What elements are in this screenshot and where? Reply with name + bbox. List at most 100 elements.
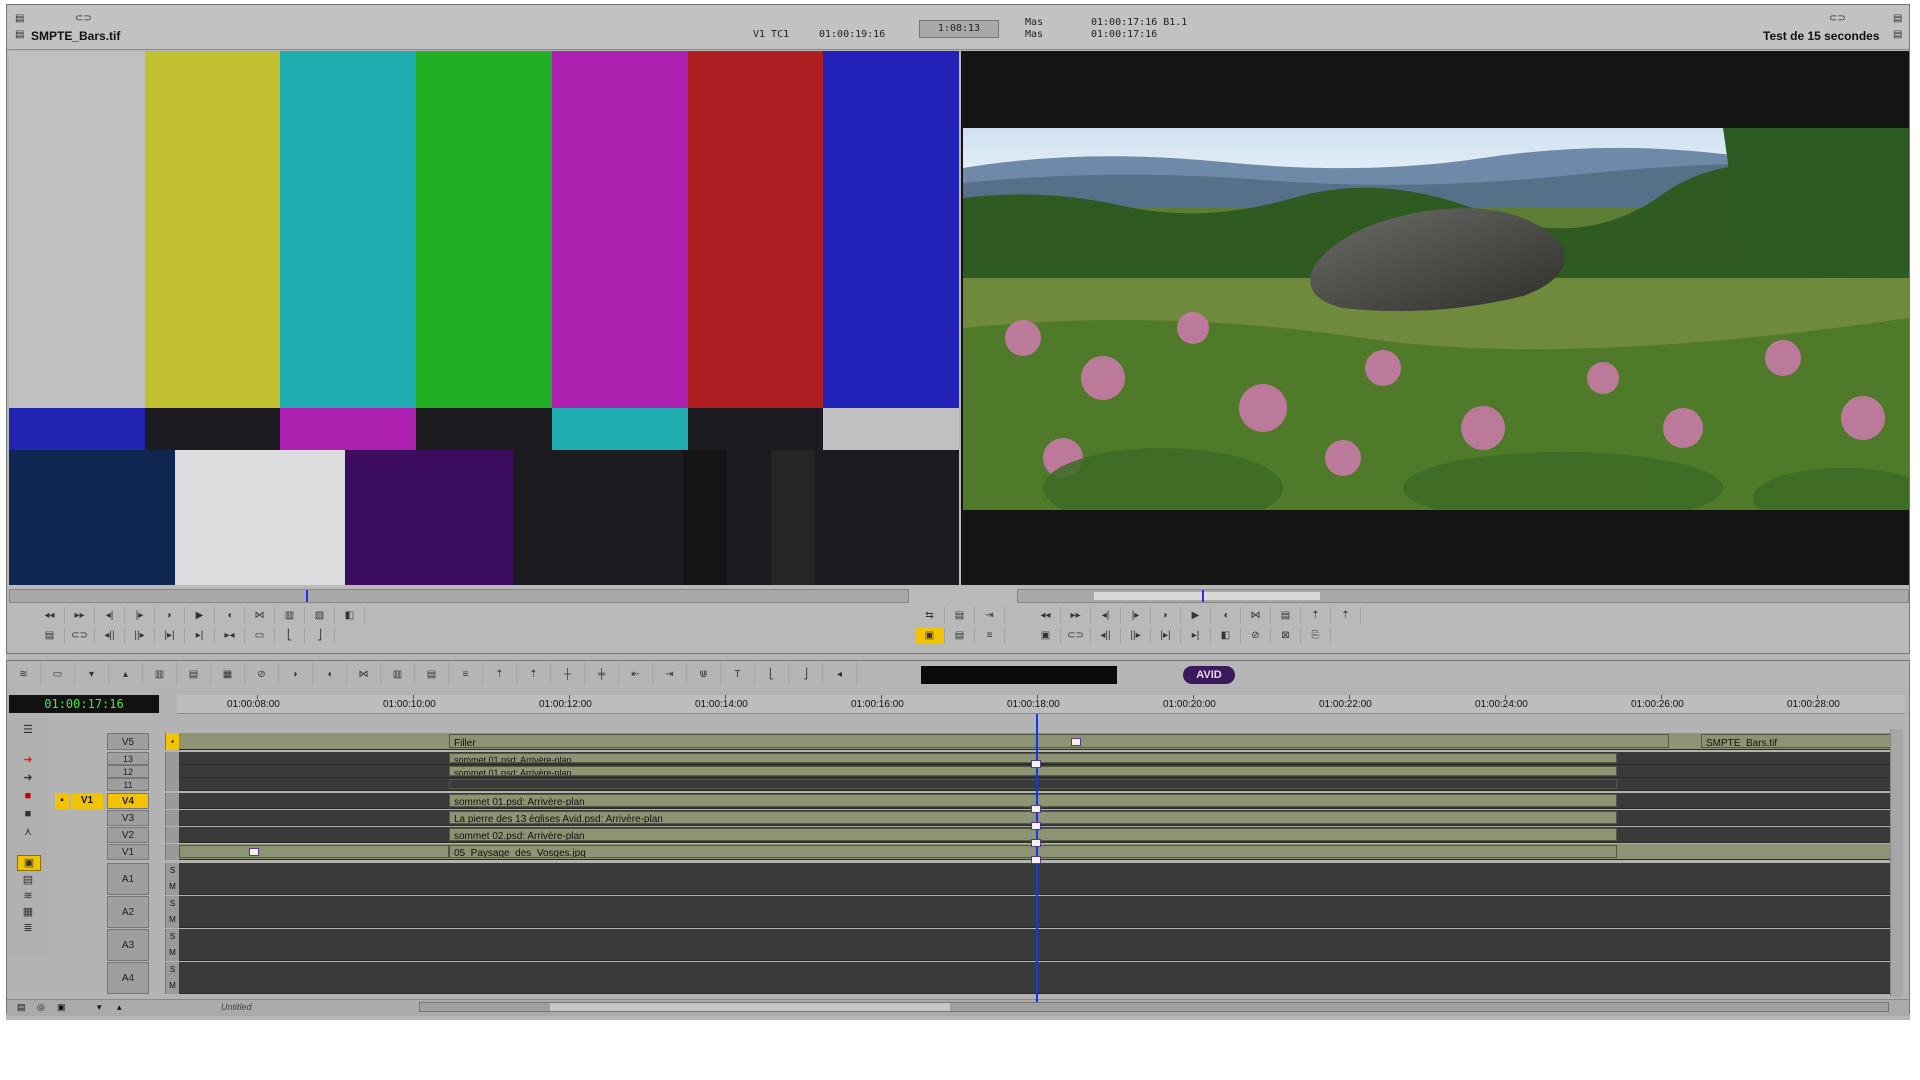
track-name[interactable]: 13	[107, 752, 149, 765]
track-name[interactable]: V3	[107, 810, 149, 826]
go-to-in-button[interactable]: ◂||	[1091, 627, 1121, 644]
disable-button[interactable]: ⊘	[1241, 627, 1271, 644]
track-icon[interactable]: ▤	[415, 663, 449, 685]
scroll-thumb[interactable]	[550, 1003, 950, 1011]
track-name[interactable]: V5	[107, 733, 149, 750]
clip[interactable]: SMPTE_Bars.tif	[1701, 734, 1897, 748]
extract-icon[interactable]: ⇡	[517, 663, 551, 685]
vertical-scrollbar[interactable]	[1890, 729, 1903, 997]
fast-forward-button[interactable]: ▸▸	[1061, 607, 1091, 624]
menu-icon[interactable]: ▤	[17, 1002, 26, 1013]
lock-icon[interactable]: ▪	[165, 733, 179, 750]
rewind-button[interactable]: ◂◂	[1031, 607, 1061, 624]
gang-button[interactable]: ▤	[1271, 607, 1301, 624]
track-lane[interactable]	[179, 896, 1897, 928]
effect-icon[interactable]	[1071, 738, 1081, 746]
toggle-button[interactable]: ▤	[945, 627, 975, 644]
solo-mute-icon[interactable]: SM	[165, 962, 179, 994]
sequence-menu-icon[interactable]: ▤	[1893, 29, 1902, 40]
solo-mute-icon[interactable]: SM	[165, 863, 179, 895]
timecode-entry-field[interactable]	[921, 666, 1117, 684]
bin-name-label[interactable]: Untitled	[221, 1002, 252, 1012]
keyframe-icon[interactable]	[1031, 822, 1041, 830]
keyframe-icon[interactable]	[1031, 805, 1041, 813]
lock-icon[interactable]	[165, 810, 179, 826]
settings-icon[interactable]: ≋	[7, 663, 41, 685]
menu-icon[interactable]: ▤	[1893, 13, 1902, 24]
mark-in-button[interactable]: ◖	[215, 607, 245, 624]
lift-icon[interactable]: ⇡	[483, 663, 517, 685]
record-monitor[interactable]	[961, 51, 1909, 585]
add-edit-button[interactable]: ⎣	[275, 627, 305, 644]
clear-marks-icon[interactable]: ⋈	[347, 663, 381, 685]
trim-button[interactable]: ▸|	[1181, 627, 1211, 644]
track-name[interactable]: A2	[107, 896, 149, 928]
extract-button[interactable]: ⇡	[1331, 607, 1361, 624]
track-name[interactable]: V4	[107, 793, 149, 809]
splice-button[interactable]: ▥	[275, 607, 305, 624]
step-forward-button[interactable]: |▸	[1121, 607, 1151, 624]
record-position-indicator[interactable]	[1202, 590, 1204, 602]
lock-icon[interactable]	[165, 778, 179, 791]
rewind-button[interactable]: ◂◂	[35, 607, 65, 624]
monitor-icon[interactable]: ▣	[57, 1002, 66, 1013]
clear-marks-button[interactable]: ⋈	[1241, 607, 1271, 624]
source-position-indicator[interactable]	[306, 590, 308, 602]
clip[interactable]: Filler	[449, 734, 1669, 748]
split-icon[interactable]: ⎣	[755, 663, 789, 685]
horizontal-scrollbar[interactable]	[419, 1002, 1889, 1012]
down-arrow-icon[interactable]: ▾	[97, 1002, 102, 1013]
match-frame-button[interactable]: ◧	[335, 607, 365, 624]
clip-menu-icon[interactable]: ▤	[15, 29, 24, 40]
sync-icon[interactable]: ≡	[449, 663, 483, 685]
mark-out-icon[interactable]: ◗	[279, 663, 313, 685]
clear-marks-button[interactable]: ⋈	[245, 607, 275, 624]
keyframe-icon[interactable]	[1031, 760, 1041, 768]
ripple-icon[interactable]: ⋓	[687, 663, 721, 685]
track-lane[interactable]	[179, 863, 1897, 895]
lock-icon[interactable]	[165, 793, 179, 809]
play-button[interactable]: ▶	[1181, 607, 1211, 624]
mark-in-icon[interactable]: ◖	[313, 663, 347, 685]
track-lane[interactable]	[179, 778, 1897, 791]
record-position-bar[interactable]	[1017, 589, 1909, 603]
settings-button[interactable]: ≡	[975, 627, 1005, 644]
overwrite-button[interactable]: ▧	[305, 607, 335, 624]
source-monitor[interactable]	[9, 51, 959, 585]
splice-icon[interactable]: ▥	[143, 663, 177, 685]
step-back-button[interactable]: ◂|	[95, 607, 125, 624]
gang-button[interactable]: ▤	[945, 607, 975, 624]
timeline-ruler[interactable]: 01:00:08:00 01:00:10:00 01:00:12:00 01:0…	[177, 695, 1905, 714]
solo-mute-icon[interactable]: SM	[165, 896, 179, 928]
lock-icon[interactable]	[165, 844, 179, 860]
link-icon[interactable]: ⊂⊃	[75, 13, 92, 24]
step-back-button[interactable]: ◂|	[1091, 607, 1121, 624]
swap-button[interactable]: ⇆	[915, 607, 945, 624]
up-arrow-icon[interactable]: ▴	[117, 1002, 122, 1013]
mark-out-button[interactable]: ◗	[155, 607, 185, 624]
menu-icon[interactable]: ▤	[15, 13, 24, 24]
track-lane[interactable]	[179, 929, 1897, 961]
mark-clip-button[interactable]: ⎦	[305, 627, 335, 644]
fast-forward-button[interactable]: ▸▸	[65, 607, 95, 624]
bin-icon[interactable]: ▭	[41, 663, 75, 685]
text-icon[interactable]: T	[721, 663, 755, 685]
patch-lock-icon[interactable]: ▪	[55, 793, 69, 809]
mark-clip-icon[interactable]: ▥	[381, 663, 415, 685]
track-name[interactable]: A3	[107, 929, 149, 961]
record-icon[interactable]: ◎	[37, 1002, 45, 1013]
play-in-out-button[interactable]: |▸|	[1151, 627, 1181, 644]
keyframe-icon[interactable]	[1031, 856, 1041, 864]
down-arrow-icon[interactable]: ▾	[75, 663, 109, 685]
add-edit-icon[interactable]: ┼	[551, 663, 585, 685]
overwrite-icon[interactable]: ▤	[177, 663, 211, 685]
play-in-out-button[interactable]: |▸|	[155, 627, 185, 644]
source-clip-name[interactable]: SMPTE_Bars.tif	[31, 29, 120, 43]
step-forward-button[interactable]: |▸	[125, 607, 155, 624]
track-name[interactable]: V1	[107, 844, 149, 860]
lift-button[interactable]: ⇡	[1301, 607, 1331, 624]
track-name[interactable]: A1	[107, 863, 149, 895]
filler-clip[interactable]	[179, 845, 449, 858]
go-to-in-button[interactable]: ◂||	[95, 627, 125, 644]
trim-right-icon[interactable]: ⇥	[653, 663, 687, 685]
